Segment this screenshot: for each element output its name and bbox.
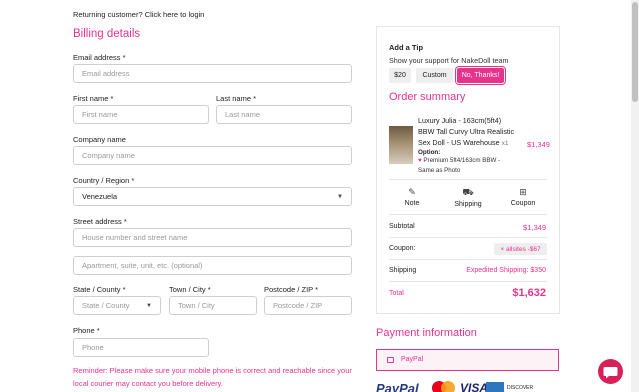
tip-option-no-thanks[interactable]: No, Thanks! <box>455 66 506 85</box>
coupon-action[interactable]: ⊞ Coupon <box>508 187 538 207</box>
product-name-line-3: Sex Doll - US Warehouse x1 <box>418 138 509 147</box>
apartment-input[interactable]: Apartment, suite, unit, etc. (optional) <box>73 256 352 275</box>
divider <box>389 259 547 260</box>
company-label: Company name <box>73 135 126 144</box>
returning-customer-text: Returning customer? Click here to login <box>73 10 204 19</box>
login-link[interactable]: Click here to login <box>145 10 205 19</box>
country-select[interactable]: Venezuela ▼ <box>73 187 352 206</box>
note-action[interactable]: ✎ Note <box>398 187 426 207</box>
coupon-badge[interactable]: × allsites -$67 <box>494 243 547 255</box>
payment-title: Payment information <box>376 327 477 339</box>
paypal-option[interactable]: PayPal <box>376 349 559 371</box>
country-value: Venezuela <box>82 192 118 201</box>
product-name-text: Sex Doll - US Warehouse <box>418 138 500 147</box>
amex-icon <box>486 382 504 392</box>
order-summary-title: Order summary <box>389 91 466 103</box>
chat-button[interactable] <box>598 359 623 384</box>
first-name-label: First name * <box>73 94 114 103</box>
company-input[interactable]: Company name <box>73 146 352 165</box>
divider <box>389 237 547 238</box>
tip-option-20[interactable]: $20 <box>389 68 411 83</box>
divider <box>389 281 547 282</box>
visa-logo: VISA <box>460 381 489 392</box>
returning-prefix: Returning customer? <box>73 10 143 19</box>
reminder-line-1: Reminder: Please make sure your mobile p… <box>73 366 352 375</box>
product-qty: x1 <box>501 140 509 147</box>
total-label: Total <box>389 290 404 297</box>
chevron-down-icon: ▼ <box>146 302 152 309</box>
product-name-line-2: BBW Tall Curvy Ultra Realistic <box>418 127 515 136</box>
note-label: Note <box>404 200 420 207</box>
tip-subtitle: Show your support for NakeDoll team <box>389 56 509 65</box>
subtotal-value: $1,349 <box>523 223 546 232</box>
street-label: Street address * <box>73 217 127 226</box>
shipping-label: Shipping <box>454 201 482 208</box>
total-value: $1,632 <box>512 287 546 299</box>
product-price: $1,349 <box>527 140 550 149</box>
last-name-label: Last name * <box>216 94 257 103</box>
product-image <box>389 126 413 164</box>
tip-title: Add a Tip <box>389 43 424 52</box>
coupon-row-label: Coupon: <box>389 245 416 252</box>
state-placeholder: State / County <box>82 301 130 310</box>
first-name-input[interactable]: First name <box>73 105 209 124</box>
coupon-label: Coupon <box>510 200 536 207</box>
phone-input[interactable]: Phone <box>73 338 209 357</box>
state-label: State / County * <box>73 285 126 294</box>
reminder-line-2: local courier may contact you before del… <box>73 379 223 388</box>
postcode-input[interactable]: Postcode / ZIP <box>264 296 352 315</box>
option-line-1: ♥ Premium 5ft4/163cm BBW - <box>418 157 500 164</box>
option-label: Option: <box>418 149 441 156</box>
divider <box>389 214 547 215</box>
chevron-down-icon: ▼ <box>337 193 343 200</box>
email-input[interactable]: Email address <box>73 64 352 83</box>
postcode-label: Postcode / ZIP * <box>264 285 319 294</box>
heart-icon: ♥ <box>418 157 422 164</box>
mastercard-icon <box>432 381 458 392</box>
last-name-input[interactable]: Last name <box>216 105 352 124</box>
paypal-label: PayPal <box>401 356 424 363</box>
coupon-icon: ⊞ <box>519 187 527 197</box>
phone-label: Phone * <box>73 326 100 335</box>
country-label: Country / Region * <box>73 176 135 185</box>
email-label: Email address * <box>73 53 126 62</box>
option-text: Premium 5ft4/163cm BBW - <box>423 157 501 164</box>
shipping-row-value: Expedited Shipping: $350 <box>466 267 546 274</box>
option-line-2: Same as Photo <box>418 167 461 174</box>
discover-logo: DISCOVER <box>507 385 534 391</box>
tip-option-custom[interactable]: Custom <box>416 68 453 83</box>
town-label: Town / City * <box>169 285 211 294</box>
shipping-action[interactable]: ⛟ Shipping <box>451 187 485 208</box>
billing-title: Billing details <box>73 28 141 40</box>
street-input[interactable]: House number and street name <box>73 228 352 247</box>
radio-icon <box>387 357 394 363</box>
scrollbar-thumb[interactable] <box>632 2 638 102</box>
product-name-line-1: Luxury Julia - 163cm(5ft4) <box>418 116 502 125</box>
state-select[interactable]: State / County ▼ <box>73 296 161 315</box>
paypal-logo: PayPal <box>376 381 419 392</box>
subtotal-label: Subtotal <box>389 223 415 230</box>
chat-bubble-icon <box>603 367 618 379</box>
shipping-row-label: Shipping <box>389 267 417 274</box>
town-input[interactable]: Town / City <box>169 296 257 315</box>
truck-icon: ⛟ <box>462 187 474 197</box>
divider <box>389 179 547 180</box>
pencil-icon: ✎ <box>408 187 416 197</box>
